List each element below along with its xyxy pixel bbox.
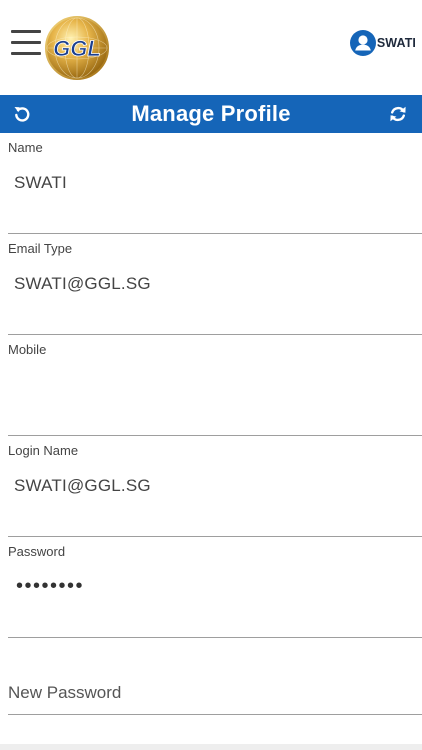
- refresh-icon[interactable]: [388, 104, 408, 124]
- logo-text: GGL: [53, 36, 101, 61]
- mobile-field[interactable]: Mobile: [8, 335, 422, 436]
- password-field[interactable]: Password ••••••••: [8, 537, 422, 638]
- hamburger-menu-icon[interactable]: [11, 28, 41, 56]
- name-value[interactable]: SWATI: [14, 173, 67, 193]
- mobile-label: Mobile: [8, 342, 47, 357]
- email-type-field[interactable]: Email Type SWATI@GGL.SG: [8, 234, 422, 335]
- app-header: GGL SWATI: [0, 0, 422, 95]
- password-value[interactable]: ••••••••: [16, 575, 84, 598]
- password-label: Password: [8, 544, 66, 559]
- page-title: Manage Profile: [131, 101, 291, 126]
- hamburger-line: [11, 41, 41, 44]
- hamburger-line: [11, 30, 41, 33]
- user-avatar-icon: [349, 30, 376, 56]
- email-type-value[interactable]: SWATI@GGL.SG: [14, 274, 151, 294]
- login-name-label: Login Name: [8, 443, 79, 458]
- name-label: Name: [8, 140, 43, 155]
- page-title-bar: Manage Profile: [0, 95, 422, 133]
- user-profile-chip[interactable]: SWATI: [349, 30, 416, 56]
- hamburger-line: [11, 52, 41, 55]
- undo-icon[interactable]: [12, 104, 32, 124]
- email-type-label: Email Type: [8, 241, 73, 256]
- name-field[interactable]: Name SWATI: [8, 133, 422, 234]
- login-name-field[interactable]: Login Name SWATI@GGL.SG: [8, 436, 422, 537]
- user-name: SWATI: [376, 36, 416, 50]
- bottom-divider: [0, 744, 422, 750]
- login-name-value[interactable]: SWATI@GGL.SG: [14, 476, 151, 496]
- new-password-input[interactable]: New Password: [8, 683, 121, 703]
- ggl-logo[interactable]: GGL: [44, 14, 110, 82]
- new-password-field[interactable]: New Password: [8, 638, 422, 715]
